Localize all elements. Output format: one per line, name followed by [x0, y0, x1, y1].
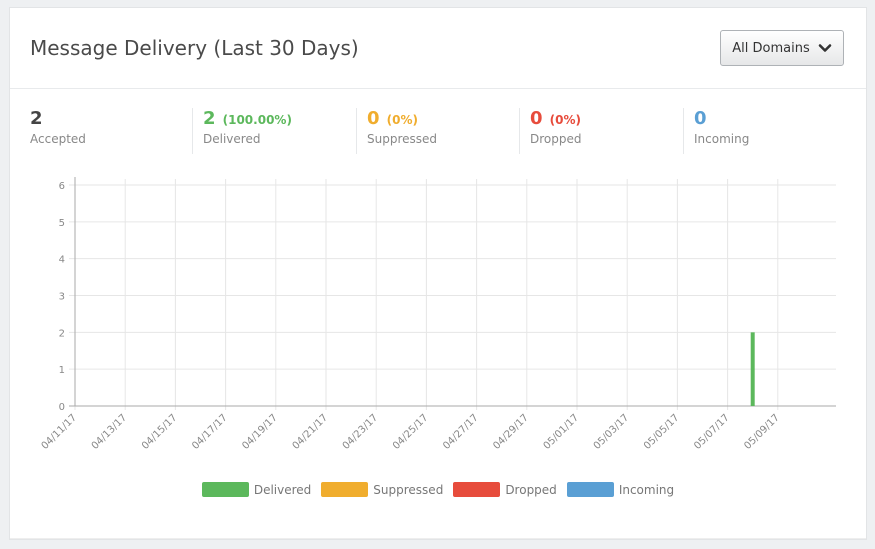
- x-tick-label: 05/03/17: [592, 412, 632, 452]
- x-tick-label: 04/29/17: [491, 412, 531, 452]
- x-tick-label: 04/27/17: [441, 412, 481, 452]
- legend-label: Suppressed: [373, 482, 444, 497]
- card-footer-divider: [10, 538, 866, 539]
- x-tick-label: 04/17/17: [190, 412, 230, 452]
- legend-swatch: [321, 482, 369, 497]
- x-tick-label: 05/05/17: [642, 412, 682, 452]
- y-tick-label: 2: [59, 328, 65, 339]
- delivery-chart: 012345604/11/17 04/13/17 04/15/17 04/17/17 0…: [40, 177, 836, 452]
- x-tick-label: 04/15/17: [140, 412, 180, 452]
- legend-label: Incoming: [618, 482, 675, 497]
- x-tick-label: 04/13/17: [90, 412, 130, 452]
- legend-swatch: [566, 482, 614, 497]
- legend-item-suppressed[interactable]: Suppressed: [321, 482, 443, 497]
- x-tick-label: 05/01/17: [542, 412, 582, 452]
- x-tick-label: 05/09/17: [742, 412, 782, 452]
- bar-delivered: [750, 332, 755, 406]
- legend-label: Dropped: [505, 482, 557, 497]
- x-tick-label: 04/23/17: [341, 412, 381, 452]
- legend-swatch: [201, 482, 249, 497]
- x-tick-label: 04/25/17: [391, 412, 431, 452]
- x-tick-label: 04/11/17: [40, 412, 80, 452]
- legend-item-incoming[interactable]: Incoming: [566, 482, 675, 497]
- legend-label: Delivered: [253, 482, 312, 497]
- x-tick-label: 04/21/17: [291, 412, 331, 452]
- legend-swatch: [453, 482, 501, 497]
- y-tick-label: 4: [59, 255, 65, 266]
- y-tick-label: 3: [59, 292, 65, 303]
- chart-legend: Delivered Suppressed Dropped Incoming: [10, 482, 866, 497]
- y-tick-label: 5: [59, 218, 65, 229]
- legend-item-delivered[interactable]: Delivered: [201, 482, 312, 497]
- y-tick-label: 6: [59, 181, 65, 192]
- x-tick-label: 05/07/17: [692, 412, 732, 452]
- y-tick-label: 1: [59, 365, 65, 376]
- x-tick-label: 04/19/17: [240, 412, 280, 452]
- legend-item-dropped[interactable]: Dropped: [453, 482, 557, 497]
- message-delivery-card: Message Delivery (Last 30 Days) All Doma…: [9, 7, 867, 540]
- y-tick-label: 0: [59, 402, 65, 413]
